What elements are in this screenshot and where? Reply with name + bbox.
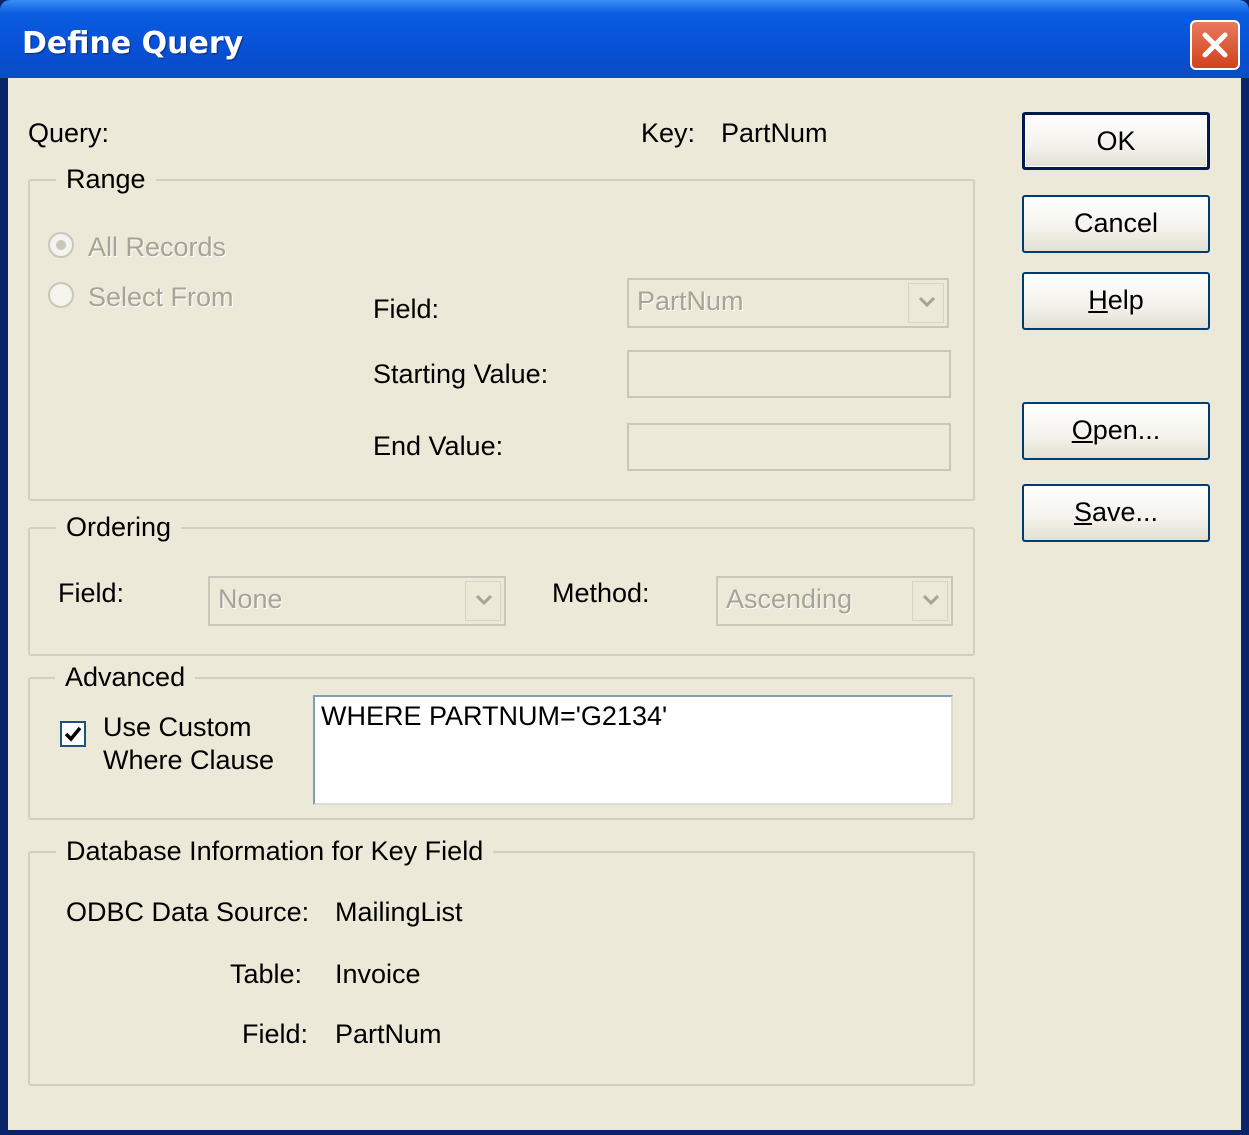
method-value: Ascending: [726, 584, 853, 614]
all-records-radio[interactable]: [48, 232, 74, 258]
method-label: Method:: [552, 578, 650, 608]
title-bar[interactable]: Define Query: [0, 0, 1249, 78]
cancel-button[interactable]: Cancel: [1022, 195, 1210, 253]
open-mnemonic: O: [1071, 415, 1093, 445]
end-value-label: End Value:: [373, 431, 504, 461]
advanced-legend: Advanced: [55, 662, 196, 693]
range-field-label: Field:: [373, 294, 440, 324]
open-button[interactable]: Open...: [1022, 402, 1210, 460]
range-field-combo[interactable]: PartNum: [627, 278, 949, 328]
db-info-group: [28, 851, 975, 1086]
chevron-down-icon: [476, 595, 492, 605]
ordering-field-value: None: [218, 584, 283, 614]
starting-value-label: Starting Value:: [373, 359, 549, 389]
select-from-label: Select From: [88, 282, 234, 312]
all-records-label: All Records: [88, 232, 227, 262]
where-clause-textarea[interactable]: WHERE PARTNUM='G2134': [313, 695, 953, 805]
save-mnemonic: S: [1073, 497, 1092, 527]
select-from-radio[interactable]: [48, 282, 74, 308]
db-field-value: PartNum: [335, 1019, 442, 1049]
ordering-field-label: Field:: [58, 578, 125, 608]
db-info-legend: Database Information for Key Field: [56, 836, 494, 867]
help-mnemonic: H: [1088, 285, 1108, 315]
save-button[interactable]: Save...: [1022, 484, 1210, 542]
range-field-dropdown-button[interactable]: [908, 283, 944, 323]
open-label-rest: pen...: [1092, 415, 1161, 445]
method-dropdown-button[interactable]: [912, 581, 948, 621]
radio-selected-dot: [56, 240, 66, 250]
use-custom-label-line1: Use Custom: [103, 712, 252, 742]
ok-button[interactable]: OK: [1022, 112, 1210, 170]
define-query-dialog: Define Query Query: Key: PartNum Range A…: [0, 0, 1249, 1135]
chevron-down-icon: [919, 297, 935, 307]
help-label-rest: elp: [1107, 285, 1144, 315]
table-label: Table:: [230, 959, 303, 989]
table-value: Invoice: [335, 959, 421, 989]
ordering-legend: Ordering: [56, 512, 182, 543]
range-field-value: PartNum: [637, 286, 744, 316]
save-label-rest: ave...: [1091, 497, 1159, 527]
close-x-icon: [1202, 32, 1228, 58]
query-label: Query:: [28, 118, 110, 148]
checkmark-icon: [64, 726, 82, 742]
ordering-field-dropdown-button[interactable]: [465, 581, 501, 621]
ordering-field-combo[interactable]: None: [208, 576, 506, 626]
window-title: Define Query: [22, 26, 244, 61]
odbc-value: MailingList: [335, 897, 463, 927]
range-legend: Range: [56, 164, 156, 195]
method-combo[interactable]: Ascending: [716, 576, 953, 626]
end-value-input[interactable]: [627, 423, 951, 471]
close-button[interactable]: [1190, 20, 1240, 70]
key-value: PartNum: [721, 118, 828, 148]
starting-value-input[interactable]: [627, 350, 951, 398]
odbc-label: ODBC Data Source:: [66, 897, 310, 927]
db-field-label: Field:: [242, 1019, 309, 1049]
key-label: Key:: [641, 118, 696, 148]
dialog-body: Query: Key: PartNum Range All Records Se…: [8, 78, 1241, 1130]
help-button[interactable]: Help: [1022, 272, 1210, 330]
use-custom-where-checkbox[interactable]: [60, 721, 86, 747]
use-custom-label-line2: Where Clause: [103, 745, 275, 775]
chevron-down-icon: [923, 595, 939, 605]
